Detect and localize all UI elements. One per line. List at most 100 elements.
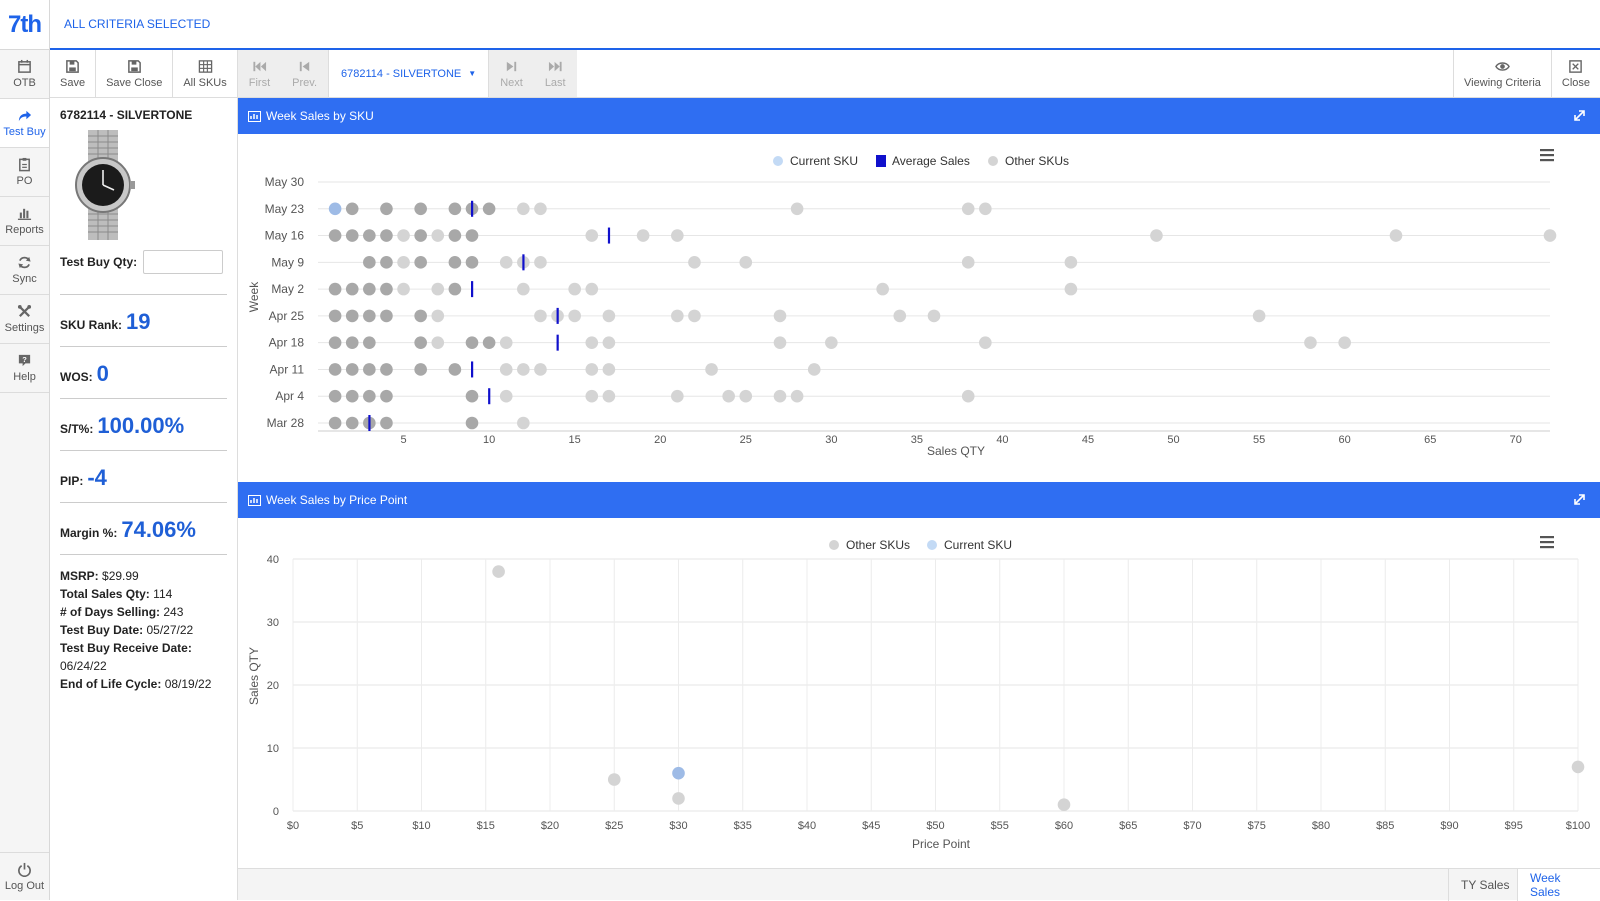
- y-tick-label: Apr 25: [269, 309, 305, 323]
- chart-week-sales-by-price-point: Other SKUs Current SKU $0 $5 $10 $15 $20 $25 $…: [247, 536, 1590, 851]
- y-tick-label: Apr 18: [269, 336, 305, 350]
- y-tick-label: May 2: [271, 282, 304, 296]
- point-other-sku: [414, 336, 427, 349]
- x-tick-label: $50: [926, 820, 944, 832]
- point-other-sku: [807, 363, 821, 376]
- metric-value: 74.06%: [121, 517, 196, 542]
- expand-icon[interactable]: [1573, 109, 1586, 122]
- close-icon: [1569, 59, 1583, 73]
- nav-item-po[interactable]: PO: [0, 148, 49, 197]
- detail-msrp: MSRP: $29.99: [60, 567, 227, 585]
- first-button[interactable]: First: [237, 50, 282, 97]
- chart1-legend: Current SKU Average Sales Other SKUs: [773, 154, 1069, 168]
- metric-value: 100.00%: [97, 413, 185, 438]
- point-other-sku: [499, 336, 513, 349]
- nav-item-otb[interactable]: OTB: [0, 50, 49, 99]
- metric-label: Margin %:: [60, 526, 118, 540]
- y-axis-title: Week: [247, 281, 261, 312]
- y-tick-label: Mar 28: [267, 416, 305, 430]
- point-other-sku: [397, 282, 410, 296]
- point-other-sku: [585, 389, 599, 403]
- first-label: First: [248, 76, 271, 89]
- nav-item-sync[interactable]: Sync: [0, 246, 49, 295]
- point-other-sku: [431, 309, 445, 323]
- point-other-sku: [465, 336, 479, 349]
- nav-item-settings[interactable]: Settings: [0, 295, 49, 344]
- point-other-sku: [363, 389, 376, 403]
- detail-value: 05/27/22: [146, 623, 194, 637]
- point-other-sku: [448, 256, 462, 269]
- legend-label[interactable]: Other SKUs: [846, 538, 910, 552]
- legend-label[interactable]: Current SKU: [944, 538, 1012, 552]
- expand-icon[interactable]: [1573, 493, 1586, 506]
- x-axis-title: Sales QTY: [927, 444, 985, 458]
- point-other-sku: [773, 336, 787, 349]
- point-other-sku: [414, 309, 427, 323]
- x-tick-label: $100: [1566, 820, 1590, 832]
- logout-button[interactable]: Log Out: [0, 852, 49, 900]
- save-button[interactable]: Save: [50, 50, 97, 97]
- test-buy-qty-label: Test Buy Qty:: [60, 255, 138, 269]
- point-other-sku: [739, 256, 753, 269]
- chart2-gridlines: [292, 558, 1579, 812]
- point-other-sku: [345, 336, 359, 349]
- detail-label: Test Buy Receive Date:: [60, 641, 192, 655]
- nav-item-reports[interactable]: Reports: [0, 197, 49, 246]
- point-other-sku: [671, 309, 684, 323]
- close-button[interactable]: Close: [1550, 50, 1600, 97]
- svg-text:?: ?: [22, 355, 27, 364]
- chart2-y-tick-labels: 0 10 20 30 40: [267, 554, 279, 818]
- viewing-criteria-button[interactable]: Viewing Criteria: [1453, 50, 1551, 97]
- tab-ty-sales[interactable]: TY Sales: [1448, 869, 1521, 901]
- sku-select-dropdown[interactable]: 6782114 - SILVERTONE ▼: [329, 50, 490, 97]
- calendar-icon: [18, 59, 31, 73]
- app-logo[interactable]: 7th: [0, 0, 49, 50]
- legend-marker-current-sku: [927, 540, 937, 550]
- point-other-sku: [328, 282, 342, 296]
- x-tick-label: $80: [1312, 820, 1330, 832]
- test-buy-qty-row: Test Buy Qty:: [60, 250, 227, 295]
- legend-label[interactable]: Current SKU: [790, 154, 858, 168]
- nav-item-test-buy[interactable]: Test Buy: [0, 99, 49, 148]
- point-other-sku: [585, 336, 599, 349]
- x-tick-label: 65: [1424, 434, 1436, 446]
- point-other-sku: [825, 336, 838, 349]
- test-buy-qty-input[interactable]: [143, 250, 224, 274]
- nav-label: Sync: [12, 273, 37, 285]
- all-skus-button[interactable]: All SKUs: [173, 50, 238, 97]
- detail-days-selling: # of Days Selling: 243: [60, 603, 227, 621]
- point-other-sku: [927, 309, 941, 323]
- nav-item-help[interactable]: ? Help: [0, 344, 49, 393]
- panel-title: Week Sales by SKU: [266, 109, 374, 123]
- next-button[interactable]: Next: [489, 50, 534, 97]
- chart2-legend: Other SKUs Current SKU: [829, 538, 1012, 552]
- criteria-link[interactable]: ALL CRITERIA SELECTED: [64, 17, 210, 31]
- panel-title: Week Sales by Price Point: [266, 493, 408, 507]
- y-tick-label: 20: [267, 680, 279, 692]
- point-other-sku: [585, 282, 599, 296]
- last-button[interactable]: Last: [533, 50, 577, 97]
- prev-button[interactable]: Prev.: [281, 50, 329, 97]
- detail-end-of-life: End of Life Cycle: 08/19/22: [60, 675, 227, 693]
- chart-menu-icon[interactable]: [1540, 536, 1554, 549]
- point-other-sku: [602, 309, 616, 323]
- chart-menu-icon[interactable]: [1540, 149, 1554, 162]
- point-other-sku: [345, 202, 359, 216]
- point-current-sku: [672, 766, 685, 780]
- legend-label[interactable]: Other SKUs: [1005, 154, 1069, 168]
- tab-week-sales[interactable]: Week Sales: [1517, 869, 1600, 901]
- x-tick-label: 50: [1167, 434, 1179, 446]
- marker-average-sales: [556, 334, 559, 351]
- sku-title: 6782114 - SILVERTONE: [60, 108, 193, 122]
- save-close-button[interactable]: Save Close: [96, 50, 174, 97]
- point-other-sku: [1150, 229, 1163, 242]
- point-other-sku: [328, 416, 342, 430]
- point-other-sku: [739, 389, 753, 403]
- legend-label[interactable]: Average Sales: [892, 154, 970, 168]
- point-other-sku: [465, 389, 479, 403]
- point-other-sku: [534, 363, 547, 376]
- marker-average-sales: [471, 361, 474, 378]
- point-other-sku: [1252, 309, 1266, 323]
- nav-label: Reports: [5, 224, 44, 236]
- panel-header-week-sales-by-price-point: Week Sales by Price Point: [238, 482, 1600, 518]
